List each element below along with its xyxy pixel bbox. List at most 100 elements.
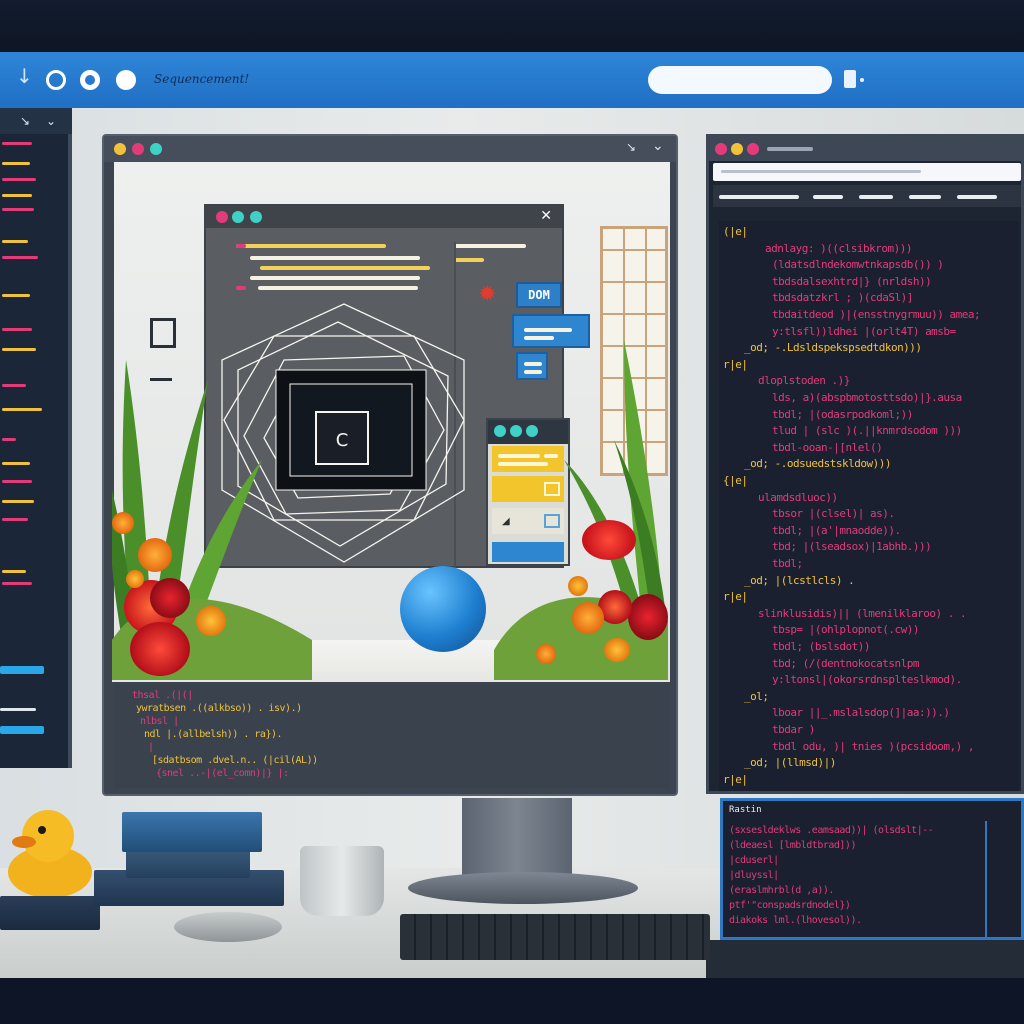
gear-icon[interactable]: ✹: [478, 284, 496, 306]
code-line: lds, a)(abspbmotosttsdo)|}.ausa: [772, 391, 962, 404]
orange-flower: [568, 576, 588, 596]
extension-icon[interactable]: [844, 70, 856, 88]
keyboard[interactable]: [400, 914, 710, 960]
orange-flower: [196, 606, 226, 636]
code-line: {|e|: [723, 474, 748, 487]
chevron-down-icon[interactable]: ↘: [20, 114, 30, 128]
monitor-code-editor[interactable]: thsal .(|(| ywratbsen .((alkbso)) . isv)…: [114, 684, 670, 788]
extension-dot-icon: [860, 78, 864, 82]
book: [0, 896, 100, 930]
code-line: adnlayg: )((clsibkrom))): [765, 241, 912, 255]
close-dot[interactable]: [715, 143, 727, 155]
code-line: _ol;: [744, 689, 769, 703]
console-line: (ldeaesl [lmbldtbrad])): [729, 840, 856, 851]
dom-badge: DOM: [516, 282, 562, 308]
text-line: [250, 256, 420, 260]
code-line: tbdl;: [772, 557, 803, 570]
tab-item[interactable]: [859, 195, 893, 199]
inner-window-titlebar: ✕: [206, 206, 562, 228]
left-panel-code-line: [2, 240, 28, 243]
badge-icon[interactable]: [116, 70, 136, 90]
tab-label[interactable]: [767, 147, 813, 151]
code-line: tbd; (/(dentnokocatsnlpm: [772, 656, 919, 670]
text-bullet: [236, 286, 246, 290]
console-line: (eraslmhrbl(d ,a)).: [729, 885, 834, 896]
text-line: [236, 244, 386, 248]
console-divider: [985, 821, 987, 937]
blue-sphere: [400, 566, 486, 652]
console-line: (sxsesldeklws .eamsaad))| (olsdslt|--: [729, 825, 934, 836]
tab-item[interactable]: [813, 195, 843, 199]
left-panel-code-line: [2, 570, 26, 573]
left-panel-progress: [0, 666, 44, 674]
left-panel-code-line: [2, 162, 30, 165]
code-line: thsal .(|(|: [132, 690, 193, 701]
down-arrow-icon[interactable]: ↓: [16, 66, 33, 86]
book: [122, 812, 262, 852]
left-panel-code-line: [2, 256, 38, 259]
chevron-down-icon[interactable]: ⌄: [46, 114, 56, 128]
code-line: _od; -.odsuedstskldow))): [744, 457, 891, 471]
code-line: tbd; |(lseadsox)|1abhb.))): [772, 540, 932, 554]
console-header: Rastin: [729, 805, 762, 815]
search-input[interactable]: [648, 66, 832, 94]
left-panel-scroll[interactable]: [0, 726, 44, 734]
code-line: tlud | (slc )(.||knmrdsodom ))): [772, 424, 962, 438]
code-panel-address-bar[interactable]: [713, 163, 1021, 181]
code-line: tbdsdatzkrl ; )(cdaSl)]: [772, 291, 913, 305]
code-line: lboar ||_.mslalsdop(]|aa:)).): [772, 706, 950, 720]
code-line: nlbsl |: [140, 716, 179, 727]
text-line: [260, 266, 430, 270]
right-code-panel: (|e| adnlayg: )((clsibkrom))) (ldatsdlndek…: [706, 134, 1024, 794]
orange-flower: [536, 644, 556, 664]
left-panel-code-line: [2, 194, 32, 197]
resize-icon[interactable]: ↘: [626, 140, 636, 154]
computer-mouse[interactable]: [174, 912, 282, 942]
screen-bezel: [0, 978, 1024, 1024]
card-line: [524, 328, 572, 332]
code-line: r|e|: [723, 772, 748, 786]
ring-icon[interactable]: [80, 70, 100, 90]
console-line: |cduserl|: [729, 855, 779, 866]
close-dot[interactable]: [132, 143, 144, 155]
code-panel-footer: [706, 940, 1024, 978]
text-bullet: [236, 244, 246, 248]
tab-item[interactable]: [957, 195, 997, 199]
code-line: tbdl; |(odasrpodkoml;)): [772, 407, 913, 421]
code-line: slinklusidis)|| (lmenilklaroo) . .: [758, 606, 967, 620]
close-icon[interactable]: ✕: [540, 208, 552, 224]
text-line: [258, 286, 418, 290]
code-line: ulamdsdluoc)): [758, 490, 838, 504]
maximize-dot[interactable]: [250, 211, 262, 223]
red-flower: [130, 622, 190, 676]
code-line: r|e|: [723, 357, 748, 371]
code-line: tbsp= |(ohlplopnot(.cw)): [772, 623, 919, 637]
left-panel-divider: [0, 708, 36, 711]
code-line: {snel ..-|(el_comn)|} |:: [156, 768, 289, 779]
maximize-dot[interactable]: [747, 143, 759, 155]
chevron-down-icon[interactable]: ⌄: [652, 138, 664, 154]
close-dot[interactable]: [216, 211, 228, 223]
code-line: ywratbsen .((alkbso)) . isv).): [136, 703, 302, 714]
left-panel-code-line: [2, 582, 32, 585]
code-line: tbdl; |(a'|mnaodde)).: [772, 523, 901, 537]
code-line: (|e|: [723, 225, 748, 238]
console-panel[interactable]: Rastin (sxsesldeklws .eamsaad))| (olsdsl…: [720, 798, 1024, 940]
console-line: diakoks lml.(lhovesol)).: [729, 915, 862, 926]
left-panel-code-line: [2, 208, 34, 211]
code-line: [sdatbsom .dvel.n.. (|cil(AL)): [152, 755, 318, 766]
window-title: Sequencement!: [154, 72, 250, 86]
code-editor[interactable]: (|e| adnlayg: )((clsibkrom))) (ldatsdlndek…: [719, 221, 1019, 791]
minimize-dot[interactable]: [232, 211, 244, 223]
left-panel-code-line: [2, 518, 28, 521]
minimize-dot[interactable]: [731, 143, 743, 155]
maximize-dot[interactable]: [150, 143, 162, 155]
orange-flower: [604, 638, 630, 662]
tab-item[interactable]: [719, 195, 799, 199]
code-line: tbdsdalsexhtrd|} (nrldsh)): [772, 274, 932, 288]
tab-item[interactable]: [909, 195, 941, 199]
code-line: tbdaitdeod )|(ensstnygrmuu)) amea;: [772, 308, 981, 321]
left-panel-code-line: [2, 384, 26, 387]
minimize-dot[interactable]: [114, 143, 126, 155]
circle-icon[interactable]: [46, 70, 66, 90]
